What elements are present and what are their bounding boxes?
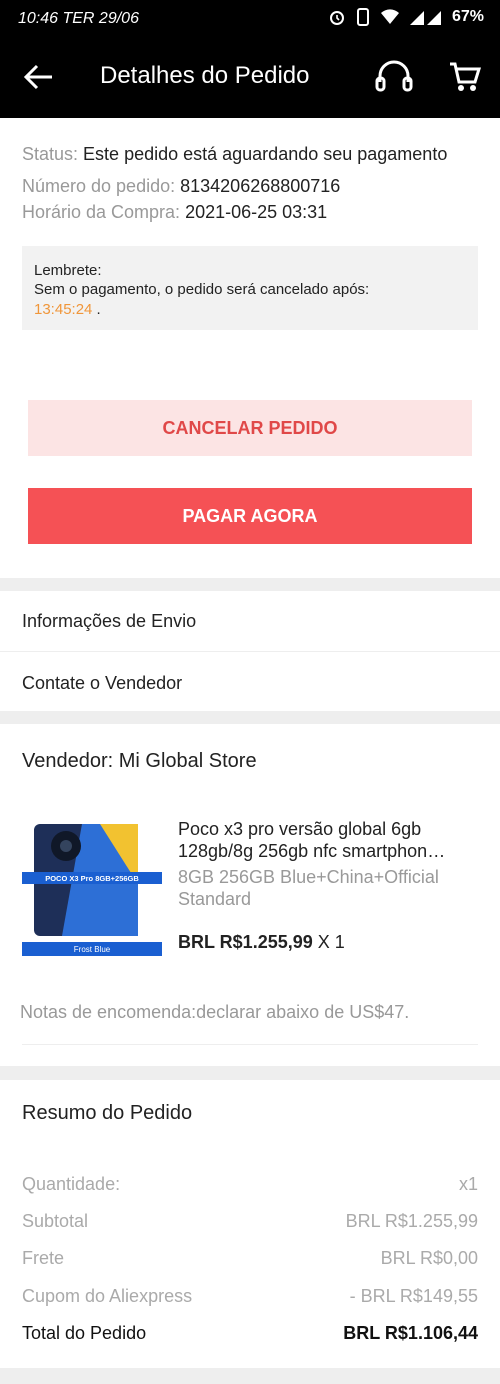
- product-price: BRL R$1.255,99 X 1: [178, 932, 345, 953]
- purchase-time-value: 2021-06-25 03:31: [185, 202, 328, 222]
- divider: [22, 1044, 478, 1045]
- summary-row: Cupom do Aliexpress - BRL R$149,55: [22, 1286, 478, 1307]
- cart-icon[interactable]: [448, 60, 482, 94]
- summary-value: BRL R$1.255,99: [345, 1211, 478, 1231]
- back-arrow-icon[interactable]: [22, 60, 56, 94]
- summary-label: Frete: [22, 1248, 65, 1268]
- cancel-order-button[interactable]: CANCELAR PEDIDO: [28, 400, 472, 456]
- summary-label: Subtotal: [22, 1211, 89, 1231]
- vibrate-icon: [356, 8, 369, 26]
- summary-label: Quantidade:: [22, 1174, 121, 1194]
- page-title: Detalhes do Pedido: [100, 62, 310, 89]
- product-variant: 8GB 256GB Blue+China+Official Standard: [178, 867, 439, 909]
- price-value: BRL R$1.255,99: [178, 932, 313, 952]
- order-summary-card: Resumo do Pedido Quantidade: x1 Subtotal B…: [0, 1080, 500, 1368]
- summary-total-row: Total do Pedido BRL R$1.106,44: [22, 1323, 478, 1344]
- image-banner-text: POCO X3 Pro 8GB+256GB: [45, 874, 139, 883]
- summary-value: BRL R$0,00: [380, 1248, 478, 1268]
- pay-now-button[interactable]: PAGAR AGORA: [28, 488, 472, 544]
- seller-card: Vendedor: Mi Global Store POCO X3 Pro 8G…: [0, 724, 500, 1066]
- shipping-info-link[interactable]: Informações de Envio: [22, 611, 196, 632]
- order-notes: Notas de encomenda:declarar abaixo de US…: [20, 1002, 410, 1022]
- status-bar: 10:46 TER 29/06 67%: [0, 0, 500, 38]
- summary-value: x1: [458, 1174, 478, 1194]
- total-value: BRL R$1.106,44: [343, 1323, 478, 1343]
- product-image[interactable]: POCO X3 Pro 8GB+256GB Frost Blue: [22, 824, 162, 956]
- signal-icon: [409, 11, 441, 25]
- status-value: Este pedido está aguardando seu pagament…: [83, 144, 448, 164]
- image-caption-text: Frost Blue: [74, 945, 111, 954]
- status-icons: 67%: [328, 8, 484, 26]
- purchase-time: Horário da Compra: 2021-06-25 03:31: [22, 202, 327, 223]
- alarm-icon: [329, 11, 344, 25]
- product-title[interactable]: Poco x3 pro versão global 6gb 128gb/8g 2…: [178, 818, 478, 862]
- countdown-value: 13:45:24: [34, 301, 93, 318]
- contact-seller-link[interactable]: Contate o Vendedor: [22, 673, 182, 694]
- divider: [0, 651, 500, 652]
- seller-name[interactable]: Vendedor: Mi Global Store: [22, 750, 257, 773]
- summary-value: - BRL R$149,55: [349, 1286, 478, 1306]
- summary-label: Cupom do Aliexpress: [22, 1286, 193, 1306]
- purchase-time-label: Horário da Compra:: [22, 202, 181, 222]
- total-label: Total do Pedido: [22, 1323, 147, 1343]
- app-bar: Detalhes do Pedido: [0, 38, 500, 118]
- reminder-countdown: 13:45:24 .: [34, 301, 101, 318]
- quantity: X 1: [312, 932, 345, 952]
- order-number-value: 8134206268800716: [180, 176, 341, 196]
- summary-title: Resumo do Pedido: [22, 1102, 193, 1124]
- links-card: Informações de Envio Contate o Vendedor: [0, 591, 500, 711]
- battery-percent: 67%: [451, 8, 484, 25]
- status-label: Status:: [22, 144, 79, 164]
- order-status: Status: Este pedido está aguardando seu …: [22, 144, 447, 165]
- reminder-title: Lembrete:: [34, 262, 102, 279]
- status-time: 10:46 TER 29/06: [18, 10, 139, 27]
- summary-row: Subtotal BRL R$1.255,99: [22, 1211, 478, 1232]
- order-details-card: Status: Este pedido está aguardando seu …: [0, 118, 500, 578]
- summary-row: Quantidade: x1: [22, 1174, 478, 1195]
- reminder-text: Sem o pagamento, o pedido será cancelado…: [34, 281, 370, 298]
- payment-reminder: Lembrete: Sem o pagamento, o pedido será…: [22, 246, 478, 330]
- order-number-label: Número do pedido:: [22, 176, 176, 196]
- order-number: Número do pedido: 8134206268800716: [22, 176, 340, 197]
- countdown-suffix: .: [92, 301, 101, 318]
- wifi-icon: [380, 9, 399, 24]
- summary-row: Frete BRL R$0,00: [22, 1248, 478, 1269]
- headset-icon[interactable]: [374, 58, 414, 98]
